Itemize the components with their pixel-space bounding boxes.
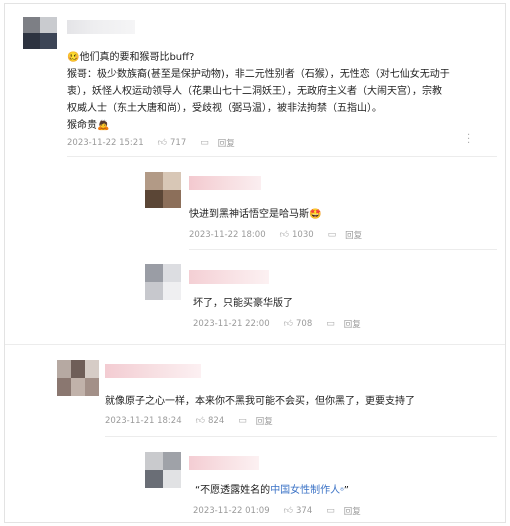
thumbs-up-icon[interactable]: 👍︎ [284,319,293,329]
more-vertical-icon[interactable]: · · · [467,131,470,149]
reply-button[interactable]: 回复 [344,318,361,330]
username-blurred[interactable] [105,364,201,378]
search-link[interactable]: 中国女性制作人ᴽ [270,485,344,496]
like-count[interactable]: 824 [208,416,224,426]
comment-meta: 2023-11-22 01:09 👍︎ 374 ▭ 回复 [193,505,361,517]
reply-text: 快进到黑神话悟空是哈马斯🤩 [189,209,322,220]
divider [5,344,505,345]
reply-text: 坏了，只能买豪华版了 [193,298,293,309]
reply-button[interactable]: 回复 [256,415,273,427]
username-blurred[interactable] [189,270,269,284]
reply-button[interactable]: 回复 [345,229,362,241]
timestamp: 2023-11-22 15:21 [67,138,144,148]
avatar[interactable] [57,360,99,396]
comment-line: 🥴他们真的要和猴哥比buff? [67,52,195,63]
comment-line: 权威人士（东土大唐和尚），受歧视（弼马温），被非法拘禁（五指山）。 [67,103,382,114]
avatar[interactable] [145,264,181,300]
divider [67,156,497,157]
reply-text: “不愿透露姓名的中国女性制作人ᴽ” [195,482,349,499]
thumbs-up-icon[interactable]: 👍︎ [284,506,293,516]
comment-meta: 2023-11-22 15:21 👍︎ 717 ▭ 回复 [67,137,235,149]
avatar[interactable] [145,452,181,488]
like-count[interactable]: 374 [296,506,312,516]
comment-line: 衷），妖怪人权运动领导人（花果山七十二洞妖王），无政府主义者（大闹天宫），宗教 [67,86,442,97]
reply-text-suffix: ” [343,485,349,496]
comment-line: 猴命贵🙇 [67,120,110,131]
divider [105,436,497,437]
avatar[interactable] [23,17,57,49]
comment-text: 就像原子之心一样，本来你不黑我可能不会买，但你黑了，更要支持了 [105,396,415,407]
like-count[interactable]: 1030 [292,230,314,240]
comment-line: 猴哥：极少数族裔(甚至是保护动物)，非二元性别者（石猴），无性恋（对七仙女无动于 [67,69,450,80]
reply-button[interactable]: 回复 [344,505,361,517]
avatar[interactable] [145,172,181,208]
thumbs-up-icon[interactable]: 👍︎ [196,416,205,426]
comment-icon[interactable]: ▭ [238,416,247,426]
timestamp: 2023-11-21 18:24 [105,416,182,426]
comment-icon[interactable]: ▭ [200,138,209,148]
reply-button[interactable]: 回复 [218,137,235,149]
timestamp: 2023-11-21 22:00 [193,319,270,329]
comment-icon[interactable]: ▭ [326,506,335,516]
thumbs-up-icon[interactable]: 👍︎ [280,230,289,240]
reply-text-prefix: “不愿透露姓名的 [195,485,271,496]
comment-icon[interactable]: ▭ [326,319,335,329]
comment-meta: 2023-11-21 18:24 👍︎ 824 ▭ 回复 [105,415,273,427]
thumbs-up-icon[interactable]: 👍︎ [158,138,167,148]
timestamp: 2023-11-22 18:00 [189,230,266,240]
comment-meta: 2023-11-21 22:00 👍︎ 708 ▭ 回复 [193,318,361,330]
comment-icon[interactable]: ▭ [328,230,337,240]
search-link-label[interactable]: 中国女性制作人 [270,485,340,496]
comment-meta: 2023-11-22 18:00 👍︎ 1030 ▭ 回复 [189,229,362,241]
like-count[interactable]: 717 [170,138,186,148]
username-blurred[interactable] [67,20,135,34]
timestamp: 2023-11-22 01:09 [193,506,270,516]
divider [189,249,497,250]
username-blurred[interactable] [189,176,261,190]
like-count[interactable]: 708 [296,319,312,329]
username-blurred[interactable] [189,456,259,470]
comment-section: 🥴他们真的要和猴哥比buff? 猴哥：极少数族裔(甚至是保护动物)，非二元性别者… [4,3,506,523]
